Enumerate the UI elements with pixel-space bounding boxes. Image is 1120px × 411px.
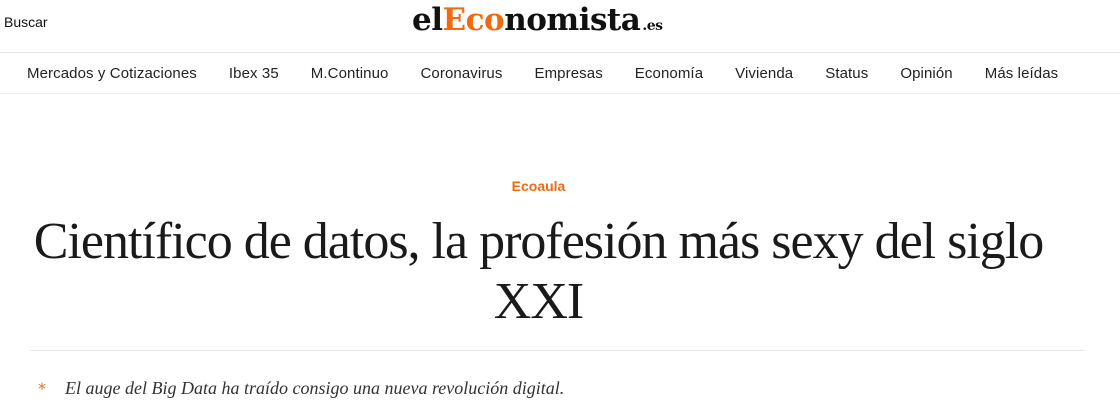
nav-item-status[interactable]: Status (825, 65, 868, 82)
search-link[interactable]: Buscar (4, 14, 48, 30)
nav-item-mercados[interactable]: Mercados y Cotizaciones (27, 65, 197, 82)
logo-tld: .es (642, 18, 663, 34)
nav-item-mas-leidas[interactable]: Más leídas (985, 65, 1059, 82)
nav-item-vivienda[interactable]: Vivienda (735, 65, 793, 82)
article-headline: Científico de datos, la profesión más se… (33, 213, 1044, 330)
logo-part-el: el (412, 2, 443, 38)
nav-item-economia[interactable]: Economía (635, 65, 703, 82)
summary-text: El auge del Big Data ha traído consigo u… (65, 378, 565, 398)
nav-item-empresas[interactable]: Empresas (534, 65, 602, 82)
logo-part-eco: Eco (442, 2, 505, 38)
asterisk-bullet-icon: * (38, 379, 46, 398)
site-logo[interactable]: el Eco nomista .es (412, 2, 663, 44)
nav-item-ibex35[interactable]: Ibex 35 (229, 65, 279, 82)
article-summary: * El auge del Big Data ha traído consigo… (38, 378, 564, 399)
nav-item-coronavirus[interactable]: Coronavirus (421, 65, 503, 82)
page: Buscar el Eco nomista .es Mercados y Cotiza… (0, 0, 1120, 411)
top-bar: Buscar el Eco nomista .es (0, 0, 1120, 53)
logo-part-nomista: nomista (504, 2, 641, 38)
divider (30, 350, 1085, 351)
nav-item-opinion[interactable]: Opinión (900, 65, 952, 82)
main-nav: Mercados y Cotizaciones Ibex 35 M.Contin… (0, 53, 1120, 94)
nav-item-mcontinuo[interactable]: M.Continuo (311, 65, 389, 82)
section-label[interactable]: Ecoaula (0, 178, 1077, 194)
